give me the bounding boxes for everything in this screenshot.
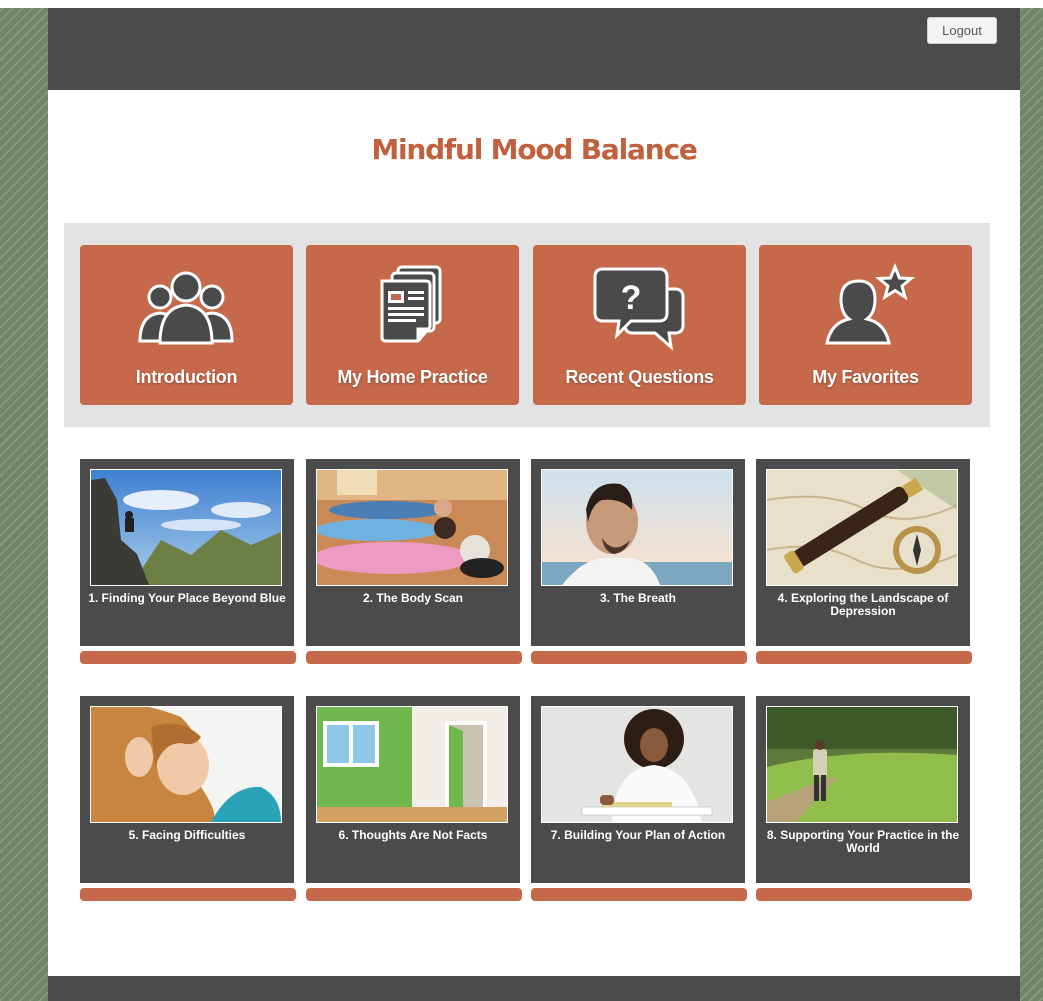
nav-favorites-button[interactable]: My Favorites	[759, 245, 972, 405]
question-bubbles-icon: ?	[593, 267, 685, 351]
logout-button[interactable]: Logout	[927, 17, 997, 44]
people-group-icon	[138, 271, 234, 345]
nav-introduction-button[interactable]: Introduction	[80, 245, 293, 405]
session-card-7[interactable]: 7. Building Your Plan of Action	[531, 696, 745, 883]
people-lying-down-photo	[316, 469, 508, 586]
session-progress-bar	[756, 888, 972, 901]
session-progress-bar	[306, 888, 522, 901]
telescope-compass-map-photo	[766, 469, 958, 586]
session-title: 6. Thoughts Are Not Facts	[338, 828, 488, 842]
session-card-2[interactable]: 2. The Body Scan	[306, 459, 520, 646]
nav-home-practice-label: My Home Practice	[337, 367, 488, 387]
document-icon	[380, 265, 442, 343]
footer-bar	[48, 976, 1020, 1001]
session-title: 7. Building Your Plan of Action	[550, 828, 726, 842]
session-card-4[interactable]: 4. Exploring the Landscape of Depression	[756, 459, 970, 646]
man-breathing-photo	[541, 469, 733, 586]
woman-walking-path-photo	[766, 706, 958, 823]
session-title: 4. Exploring the Landscape of Depression	[777, 591, 949, 618]
hiker-on-mountain-photo	[90, 469, 282, 586]
top-header: Logout	[48, 8, 1020, 90]
top-strip	[0, 0, 1043, 8]
session-title: 3. The Breath	[599, 591, 677, 605]
person-star-icon	[825, 263, 915, 345]
green-room-door-photo	[316, 706, 508, 823]
session-title: 5. Facing Difficulties	[128, 828, 246, 842]
nav-recent-questions-label: Recent Questions	[565, 367, 714, 387]
session-card-6[interactable]: 6. Thoughts Are Not Facts	[306, 696, 520, 883]
tired-woman-photo	[90, 706, 282, 823]
session-card-3[interactable]: 3. The Breath	[531, 459, 745, 646]
session-title: 1. Finding Your Place Beyond Blue	[88, 591, 286, 605]
session-title: 2. The Body Scan	[362, 591, 464, 605]
page-title: Mindful Mood Balance	[371, 133, 697, 166]
session-card-1[interactable]: 1. Finding Your Place Beyond Blue	[80, 459, 294, 646]
session-progress-bar	[756, 651, 972, 664]
nav-introduction-label: Introduction	[135, 367, 238, 387]
nav-panel: Introduction My Home Practice ? Recent Q…	[64, 223, 990, 427]
session-card-5[interactable]: 5. Facing Difficulties	[80, 696, 294, 883]
nav-recent-questions-button[interactable]: ? Recent Questions	[533, 245, 746, 405]
session-progress-bar	[306, 651, 522, 664]
session-title: 8. Supporting Your Practice in the World	[766, 828, 960, 855]
session-progress-bar	[80, 651, 296, 664]
session-progress-bar	[80, 888, 296, 901]
nav-favorites-label: My Favorites	[812, 367, 919, 387]
nav-home-practice-button[interactable]: My Home Practice	[306, 245, 519, 405]
session-progress-bar	[531, 651, 747, 664]
page-container: Logout Mindful Mood Balance Introduction	[48, 8, 1020, 1001]
svg-text:?: ?	[621, 279, 642, 317]
woman-writing-photo	[541, 706, 733, 823]
session-progress-bar	[531, 888, 747, 901]
session-card-8[interactable]: 8. Supporting Your Practice in the World	[756, 696, 970, 883]
